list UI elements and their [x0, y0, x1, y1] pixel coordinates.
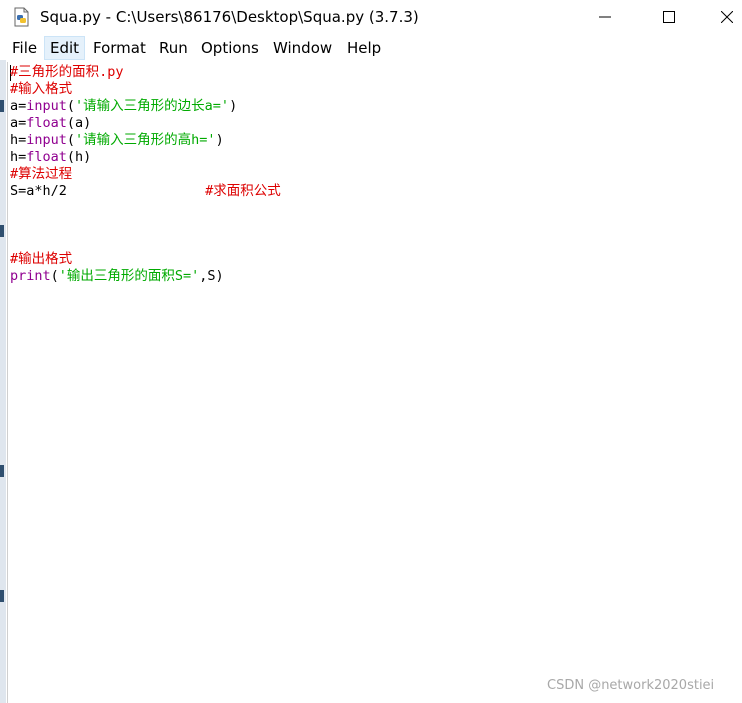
code-line[interactable]: #三角形的面积.py: [10, 64, 124, 81]
code-token-string: '请输入三角形的边长a=': [75, 98, 230, 114]
maximize-button[interactable]: [646, 0, 692, 34]
code-token-comment: #三角形的面积.py: [10, 64, 124, 80]
code-token-builtin: input: [26, 98, 67, 114]
code-token-default: a=: [10, 115, 27, 131]
code-token-default: a=: [10, 98, 27, 114]
menu-edit[interactable]: Edit: [44, 36, 86, 60]
code-line[interactable]: S=a*h/2 #求面积公式: [10, 183, 281, 200]
code-token-string: '输出三角形的面积S=': [58, 268, 200, 284]
code-token-default: (: [66, 98, 76, 114]
code-token-string: '请输入三角形的高h=': [75, 132, 216, 148]
code-token-comment: #输入格式: [10, 81, 73, 97]
code-token-builtin: float: [26, 149, 67, 165]
menu-run[interactable]: Run: [154, 36, 193, 60]
close-icon: [721, 11, 733, 23]
edge-mark: [0, 590, 4, 602]
code-line[interactable]: h=float(h): [10, 149, 91, 166]
code-line[interactable]: a=input('请输入三角形的边长a='): [10, 98, 237, 115]
code-token-builtin: print: [10, 268, 51, 284]
python-file-icon: [12, 7, 32, 27]
code-token-comment: #输出格式: [10, 251, 73, 267]
code-line[interactable]: print('输出三角形的面积S=',S): [10, 268, 224, 285]
code-token-default: (: [66, 132, 76, 148]
close-button[interactable]: [704, 0, 742, 34]
window-title: Squa.py - C:\Users\86176\Desktop\Squa.py…: [40, 8, 419, 26]
code-token-builtin: input: [26, 132, 67, 148]
code-token-default: S=a*h/2: [10, 183, 206, 199]
code-line[interactable]: a=float(a): [10, 115, 91, 132]
menu-help[interactable]: Help: [342, 36, 386, 60]
edge-mark: [0, 465, 4, 477]
code-token-default: (a): [66, 115, 92, 131]
edge-mark: [0, 100, 4, 112]
code-token-default: h=: [10, 149, 27, 165]
code-line[interactable]: h=input('请输入三角形的高h='): [10, 132, 224, 149]
menu-format[interactable]: Format: [88, 36, 151, 60]
maximize-icon: [663, 11, 675, 23]
code-token-comment: #算法过程: [10, 166, 73, 182]
minimize-button[interactable]: [582, 0, 628, 34]
menu-window[interactable]: Window: [268, 36, 337, 60]
code-token-default: h=: [10, 132, 27, 148]
code-token-default: ): [229, 98, 238, 114]
edge-mark: [0, 225, 4, 237]
code-token-default: (: [50, 268, 59, 284]
code-line[interactable]: #算法过程: [10, 166, 72, 183]
watermark: CSDN @network2020stiei: [547, 678, 715, 693]
menu-bar: File Edit Format Run Options Window Help: [0, 36, 742, 60]
menu-options[interactable]: Options: [196, 36, 264, 60]
code-token-default: ): [215, 132, 224, 148]
code-token-comment: #求面积公式: [205, 183, 281, 199]
title-bar[interactable]: Squa.py - C:\Users\86176\Desktop\Squa.py…: [0, 0, 742, 34]
menu-file[interactable]: File: [7, 36, 42, 60]
code-line[interactable]: #输入格式: [10, 81, 72, 98]
code-token-default: (h): [66, 149, 92, 165]
minimize-icon: [599, 16, 611, 18]
code-token-builtin: float: [26, 115, 67, 131]
code-line[interactable]: #输出格式: [10, 251, 72, 268]
left-window-edge: [0, 60, 6, 703]
code-token-default: ,S): [199, 268, 224, 284]
code-editor[interactable]: [7, 62, 736, 703]
